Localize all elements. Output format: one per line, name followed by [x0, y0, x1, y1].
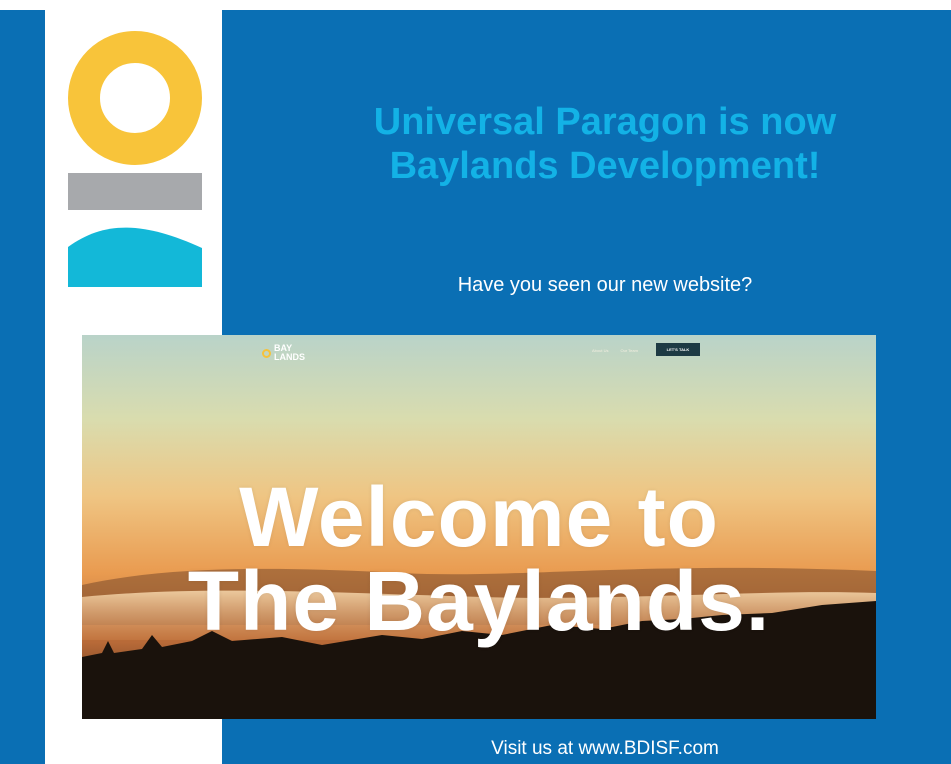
website-screenshot[interactable]: BAY LANDS About Us Our Team LET'S TALK W…	[82, 335, 876, 719]
hero-line-1: Welcome to	[239, 470, 719, 564]
brand-mark	[68, 31, 202, 287]
site-nav: About Us Our Team	[592, 348, 638, 353]
yellow-ring-icon	[68, 31, 202, 165]
headline: Universal Paragon is now Baylands Develo…	[300, 100, 910, 188]
gray-bar-icon	[68, 173, 202, 210]
logo-text-lands: LANDS	[274, 352, 305, 362]
logo-ring-icon	[262, 348, 271, 358]
teal-wave-icon	[68, 227, 202, 287]
flyer: Universal Paragon is now Baylands Develo…	[0, 0, 951, 764]
lets-talk-button[interactable]: LET'S TALK	[656, 343, 700, 356]
headline-line-2: Baylands Development!	[389, 145, 821, 187]
left-blue-stripe	[0, 10, 45, 764]
nav-item-about[interactable]: About Us	[592, 348, 608, 353]
footer-link[interactable]: Visit us at www.BDISF.com	[300, 737, 910, 761]
hero-line-2: The Baylands.	[187, 554, 771, 648]
subheadline: Have you seen our new website?	[457, 274, 753, 296]
site-logo[interactable]: BAY LANDS	[262, 344, 305, 362]
headline-line-1: Universal Paragon is now	[373, 101, 837, 143]
nav-item-team[interactable]: Our Team	[620, 348, 638, 353]
hero-title: Welcome to The Baylands.	[82, 475, 876, 643]
